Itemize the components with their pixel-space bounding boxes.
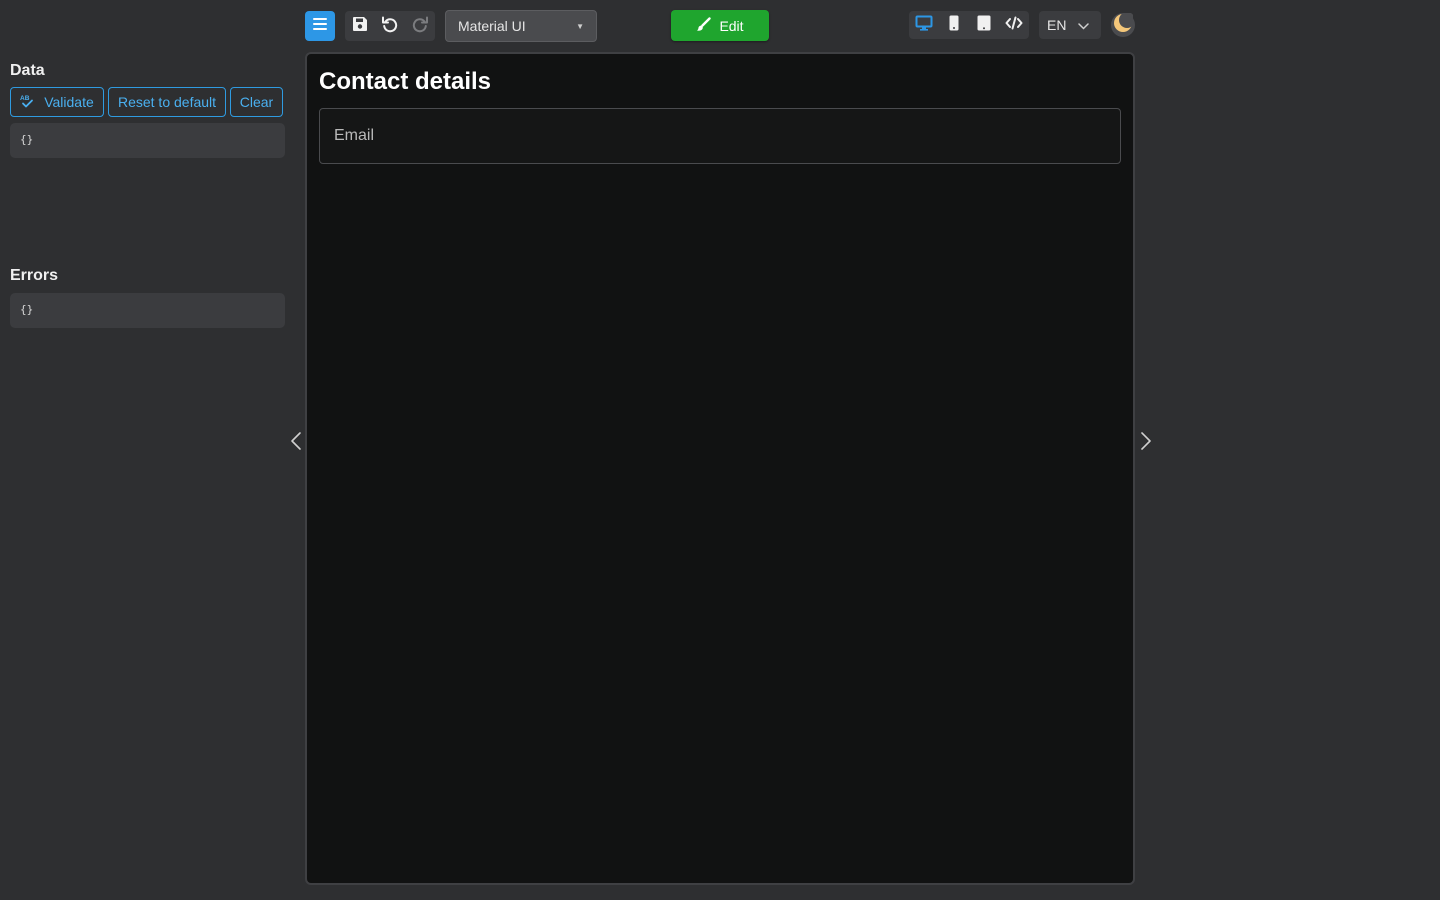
moon-icon bbox=[1113, 11, 1135, 38]
menu-button[interactable] bbox=[305, 11, 335, 41]
collapse-left-panel-button[interactable] bbox=[286, 431, 306, 456]
clear-button[interactable]: Clear bbox=[230, 87, 283, 117]
mobile-view-button[interactable] bbox=[939, 11, 969, 39]
email-field-label: Email bbox=[334, 127, 375, 144]
clear-button-label: Clear bbox=[239, 94, 274, 110]
data-json-view[interactable]: {} bbox=[10, 123, 285, 158]
chevron-right-icon bbox=[1140, 431, 1152, 456]
desktop-view-button[interactable] bbox=[909, 11, 939, 39]
history-toolbar bbox=[345, 11, 435, 41]
tablet-view-button[interactable] bbox=[969, 11, 999, 39]
reset-to-default-button[interactable]: Reset to default bbox=[108, 87, 226, 117]
expand-right-panel-button[interactable] bbox=[1136, 431, 1156, 456]
data-section-title: Data bbox=[10, 62, 45, 79]
edit-button[interactable]: Edit bbox=[671, 10, 769, 41]
phone-icon bbox=[949, 15, 959, 36]
chevron-down-icon bbox=[1078, 17, 1090, 33]
paintbrush-icon bbox=[696, 16, 712, 35]
code-view-button[interactable] bbox=[999, 11, 1029, 39]
monitor-icon bbox=[915, 15, 933, 36]
undo-icon bbox=[381, 15, 399, 38]
redo-icon bbox=[411, 15, 429, 38]
errors-section-title: Errors bbox=[10, 267, 59, 284]
hamburger-icon bbox=[312, 17, 328, 36]
validate-button-label: Validate bbox=[44, 94, 94, 110]
redo-button[interactable] bbox=[405, 11, 435, 41]
save-button[interactable] bbox=[345, 11, 375, 41]
theme-select-value: Material UI bbox=[458, 18, 526, 34]
chevron-left-icon bbox=[290, 431, 302, 456]
language-select-value: EN bbox=[1047, 17, 1067, 33]
reset-button-label: Reset to default bbox=[117, 94, 217, 110]
code-icon bbox=[1005, 16, 1023, 35]
errors-json-view[interactable]: {} bbox=[10, 293, 285, 328]
language-select[interactable]: EN bbox=[1039, 11, 1101, 39]
svg-text:AB: AB bbox=[20, 95, 30, 102]
validate-button[interactable]: AB Validate bbox=[10, 87, 104, 117]
form-preview: Contact details Email bbox=[305, 52, 1135, 885]
tablet-icon bbox=[977, 15, 991, 36]
spellcheck-icon: AB bbox=[20, 94, 36, 111]
caret-down-icon: ▼ bbox=[576, 21, 584, 31]
undo-button[interactable] bbox=[375, 11, 405, 41]
save-icon bbox=[352, 16, 368, 37]
device-toolbar bbox=[909, 11, 1029, 39]
edit-button-label: Edit bbox=[719, 17, 744, 34]
email-field[interactable]: Email bbox=[319, 108, 1121, 164]
form-title: Contact details bbox=[319, 68, 492, 95]
theme-select[interactable]: Material UI ▼ bbox=[445, 10, 597, 42]
dark-mode-toggle[interactable] bbox=[1111, 11, 1135, 38]
